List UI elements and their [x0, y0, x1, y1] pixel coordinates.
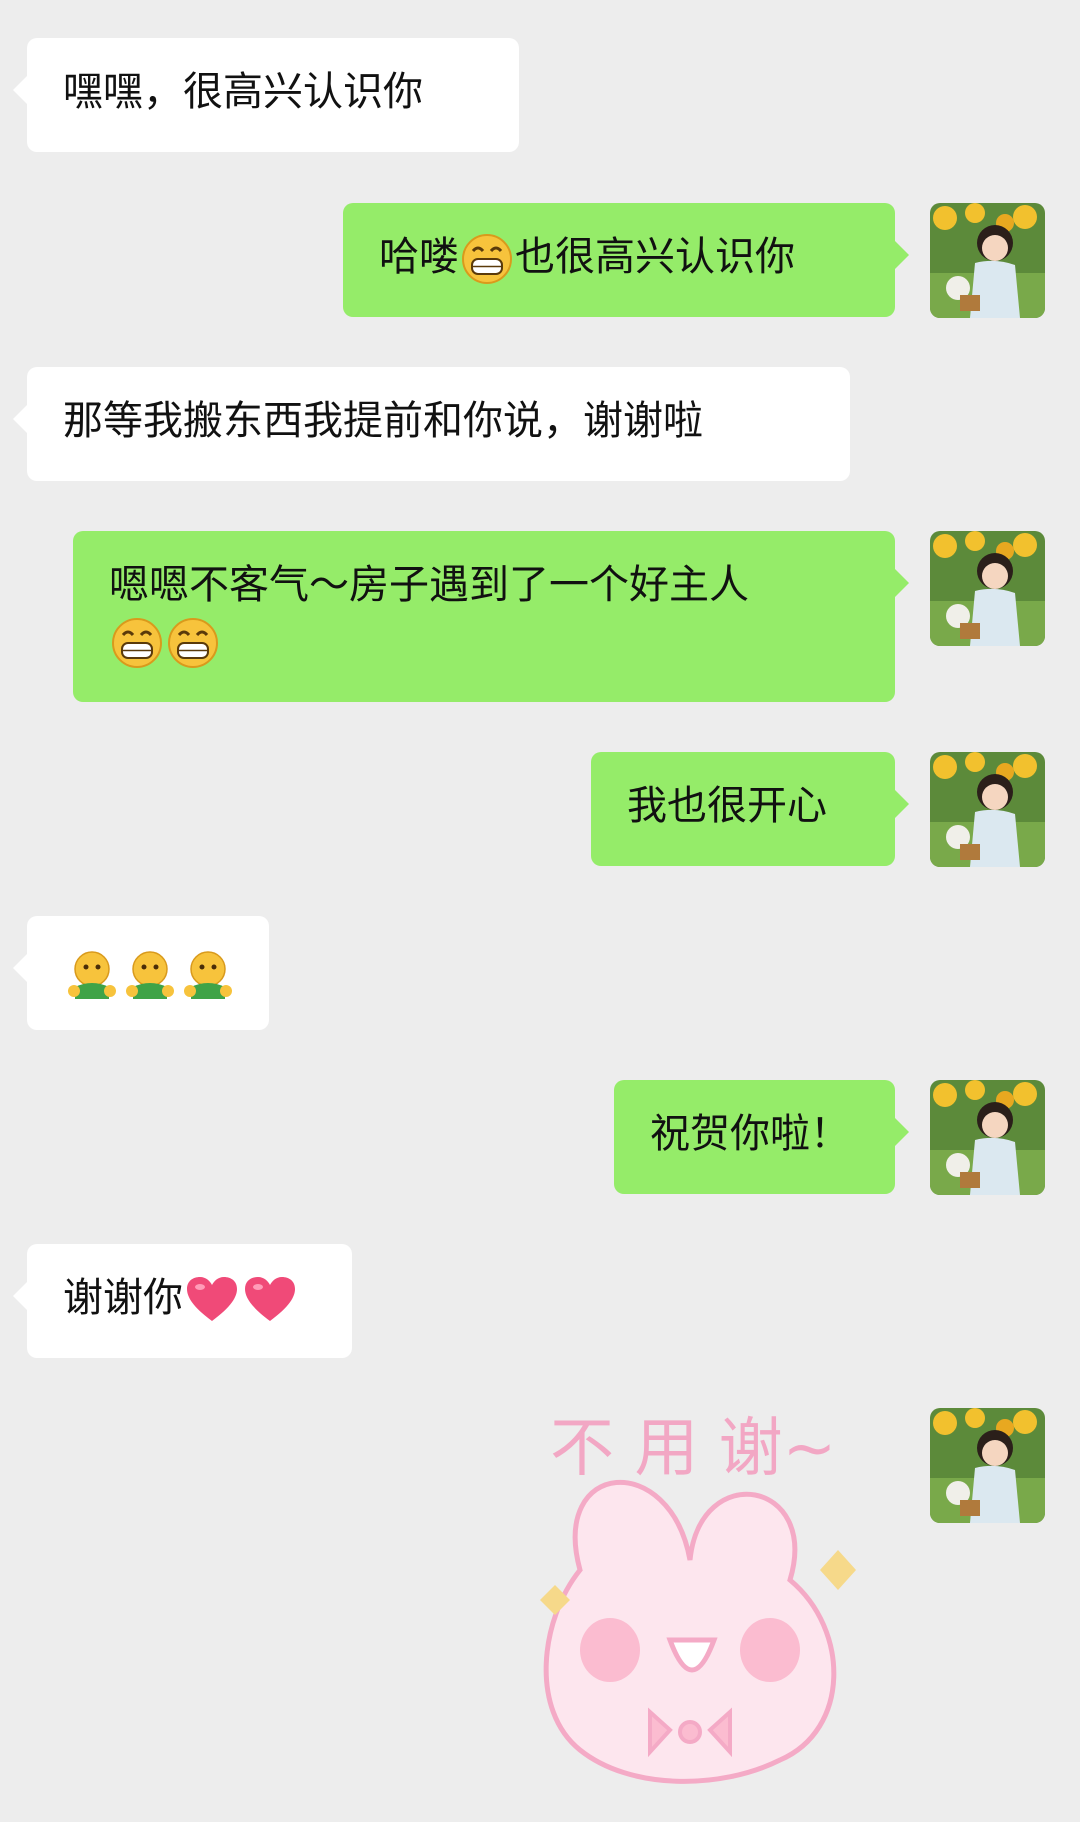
- message-bubble-outgoing[interactable]: 哈喽 也很高兴认识你: [343, 203, 909, 317]
- sticker-text: 不 用 谢~: [550, 1412, 836, 1486]
- hugging-face-emoji-icon: [126, 951, 174, 999]
- message-text: 那等我搬东西我提前和你说，谢谢啦: [63, 398, 703, 444]
- sticker-bunny-thanks[interactable]: 不 用 谢~: [520, 1400, 900, 1800]
- hugging-face-emoji-icon: [68, 951, 116, 999]
- message-text: 我也很开心: [627, 783, 827, 829]
- message-text: 也很高兴认识你: [515, 234, 795, 280]
- grin-emoji-icon: [462, 234, 512, 284]
- avatar[interactable]: [930, 1080, 1045, 1195]
- avatar[interactable]: [930, 752, 1045, 867]
- avatar-icon: [930, 203, 1045, 318]
- heart-emoji-icon: [187, 1277, 237, 1321]
- message-bubble-outgoing[interactable]: 祝贺你啦！: [614, 1080, 909, 1194]
- message-text: 哈喽: [379, 234, 459, 280]
- message-text: 嗯嗯不客气～房子遇到了一个好主人: [109, 562, 749, 608]
- avatar[interactable]: [930, 1408, 1045, 1523]
- message-text: 谢谢你: [63, 1275, 183, 1321]
- avatar-icon: [930, 1408, 1045, 1523]
- message-text: 嘿嘿，很高兴认识你: [63, 69, 423, 115]
- avatar-icon: [930, 1080, 1045, 1195]
- avatar-icon: [930, 531, 1045, 646]
- hugging-face-emoji-icon: [184, 951, 232, 999]
- message-bubble-incoming[interactable]: [13, 916, 269, 1030]
- avatar-icon: [930, 752, 1045, 867]
- message-bubble-incoming[interactable]: 那等我搬东西我提前和你说，谢谢啦: [13, 367, 850, 481]
- grin-emoji-icon: [112, 618, 162, 668]
- message-bubble-outgoing[interactable]: 嗯嗯不客气～房子遇到了一个好主人: [73, 531, 909, 702]
- heart-emoji-icon: [245, 1277, 295, 1321]
- grin-emoji-icon: [168, 618, 218, 668]
- message-bubble-incoming[interactable]: 嘿嘿，很高兴认识你: [13, 38, 519, 152]
- message-text: 祝贺你啦！: [650, 1111, 850, 1157]
- avatar[interactable]: [930, 531, 1045, 646]
- message-bubble-incoming[interactable]: 谢谢你: [13, 1244, 352, 1358]
- avatar[interactable]: [930, 203, 1045, 318]
- message-bubble-outgoing[interactable]: 我也很开心: [591, 752, 909, 866]
- emoji-row: [109, 613, 859, 669]
